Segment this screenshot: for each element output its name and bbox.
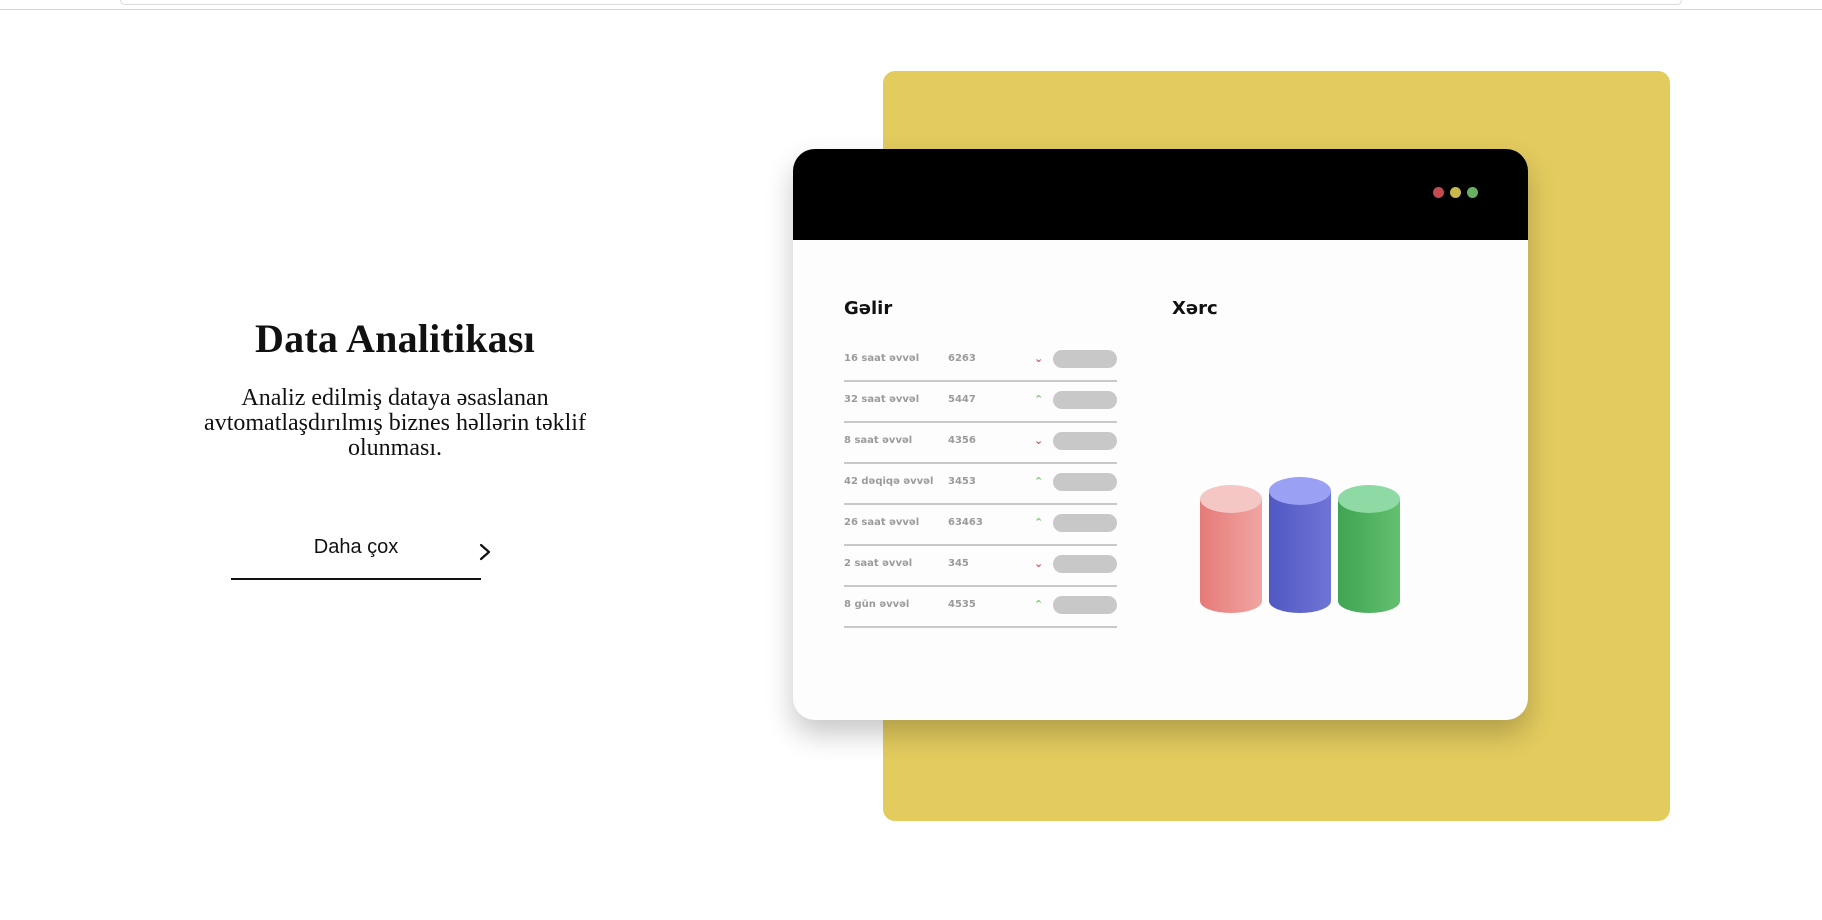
trend-up-icon: ⌃ bbox=[1034, 598, 1044, 611]
tab-strip-edge bbox=[120, 0, 1682, 5]
income-row-bar bbox=[1053, 514, 1117, 532]
trend-up-icon: ⌃ bbox=[1034, 393, 1044, 406]
income-row-bar bbox=[1053, 432, 1117, 450]
green-cylinder bbox=[1338, 485, 1400, 613]
income-row-bar bbox=[1053, 596, 1117, 614]
income-row-time: 32 saat əvvəl bbox=[844, 394, 920, 405]
red-cylinder bbox=[1200, 485, 1262, 613]
income-row: 8 saat əvvəl 4356 ⌄ bbox=[844, 423, 1117, 464]
income-row-bar bbox=[1053, 350, 1117, 368]
income-row-value: 3453 bbox=[948, 476, 976, 487]
page-title: Data Analitikası bbox=[255, 316, 535, 361]
income-row-time: 2 saat əvvəl bbox=[844, 558, 913, 569]
income-row-value: 5447 bbox=[948, 394, 976, 405]
trend-down-icon: ⌄ bbox=[1034, 434, 1044, 447]
income-row: 8 gün əvvəl 4535 ⌃ bbox=[844, 587, 1117, 628]
trend-down-icon: ⌄ bbox=[1034, 352, 1044, 365]
more-button-label: Daha çox bbox=[313, 536, 399, 558]
window-maximize-dot-icon bbox=[1467, 187, 1478, 198]
income-row: 32 saat əvvəl 5447 ⌃ bbox=[844, 382, 1117, 423]
income-row-time: 16 saat əvvəl bbox=[844, 353, 920, 364]
window-minimize-dot-icon bbox=[1450, 187, 1461, 198]
expense-title: Xərc bbox=[1172, 298, 1218, 319]
trend-up-icon: ⌃ bbox=[1034, 475, 1044, 488]
income-title: Gəlir bbox=[844, 298, 893, 319]
trend-up-icon: ⌃ bbox=[1034, 516, 1044, 529]
window-titlebar bbox=[793, 149, 1528, 240]
income-row-time: 42 dəqiqə əvvəl bbox=[844, 476, 934, 487]
window-close-dot-icon bbox=[1433, 187, 1444, 198]
income-row-time: 8 saat əvvəl bbox=[844, 435, 913, 446]
income-row-value: 4356 bbox=[948, 435, 976, 446]
income-row-bar bbox=[1053, 555, 1117, 573]
income-list: 16 saat əvvəl 6263 ⌄ 32 saat əvvəl 5447 ⌃ 8 sa… bbox=[844, 341, 1117, 628]
income-row-time: 8 gün əvvəl bbox=[844, 599, 910, 610]
income-row: 2 saat əvvəl 345 ⌄ bbox=[844, 546, 1117, 587]
income-row: 26 saat əvvəl 63463 ⌃ bbox=[844, 505, 1117, 546]
income-row: 16 saat əvvəl 6263 ⌄ bbox=[844, 341, 1117, 382]
income-row-value: 4535 bbox=[948, 599, 976, 610]
trend-down-icon: ⌄ bbox=[1034, 557, 1044, 570]
expense-cylinders bbox=[1190, 469, 1430, 629]
more-button[interactable]: Daha çox bbox=[231, 532, 491, 580]
income-row-time: 26 saat əvvəl bbox=[844, 517, 920, 528]
income-row-value: 345 bbox=[948, 558, 969, 569]
income-row-bar bbox=[1053, 473, 1117, 491]
income-row-value: 6263 bbox=[948, 353, 976, 364]
dashboard-illustration: Gəlir Xərc 16 saat əvvəl 6263 ⌄ 32 saat əvv… bbox=[793, 149, 1528, 720]
hero-section: Data Analitikası Analiz edilmiş dataya ə… bbox=[200, 315, 590, 461]
income-row: 42 dəqiqə əvvəl 3453 ⌃ bbox=[844, 464, 1117, 505]
browser-top-edge bbox=[0, 0, 1822, 10]
hero-description: Analiz edilmiş dataya əsaslanan avtomatl… bbox=[204, 385, 586, 461]
income-row-bar bbox=[1053, 391, 1117, 409]
chevron-right-icon bbox=[475, 542, 495, 562]
blue-cylinder bbox=[1269, 477, 1331, 613]
income-row-value: 63463 bbox=[948, 517, 983, 528]
